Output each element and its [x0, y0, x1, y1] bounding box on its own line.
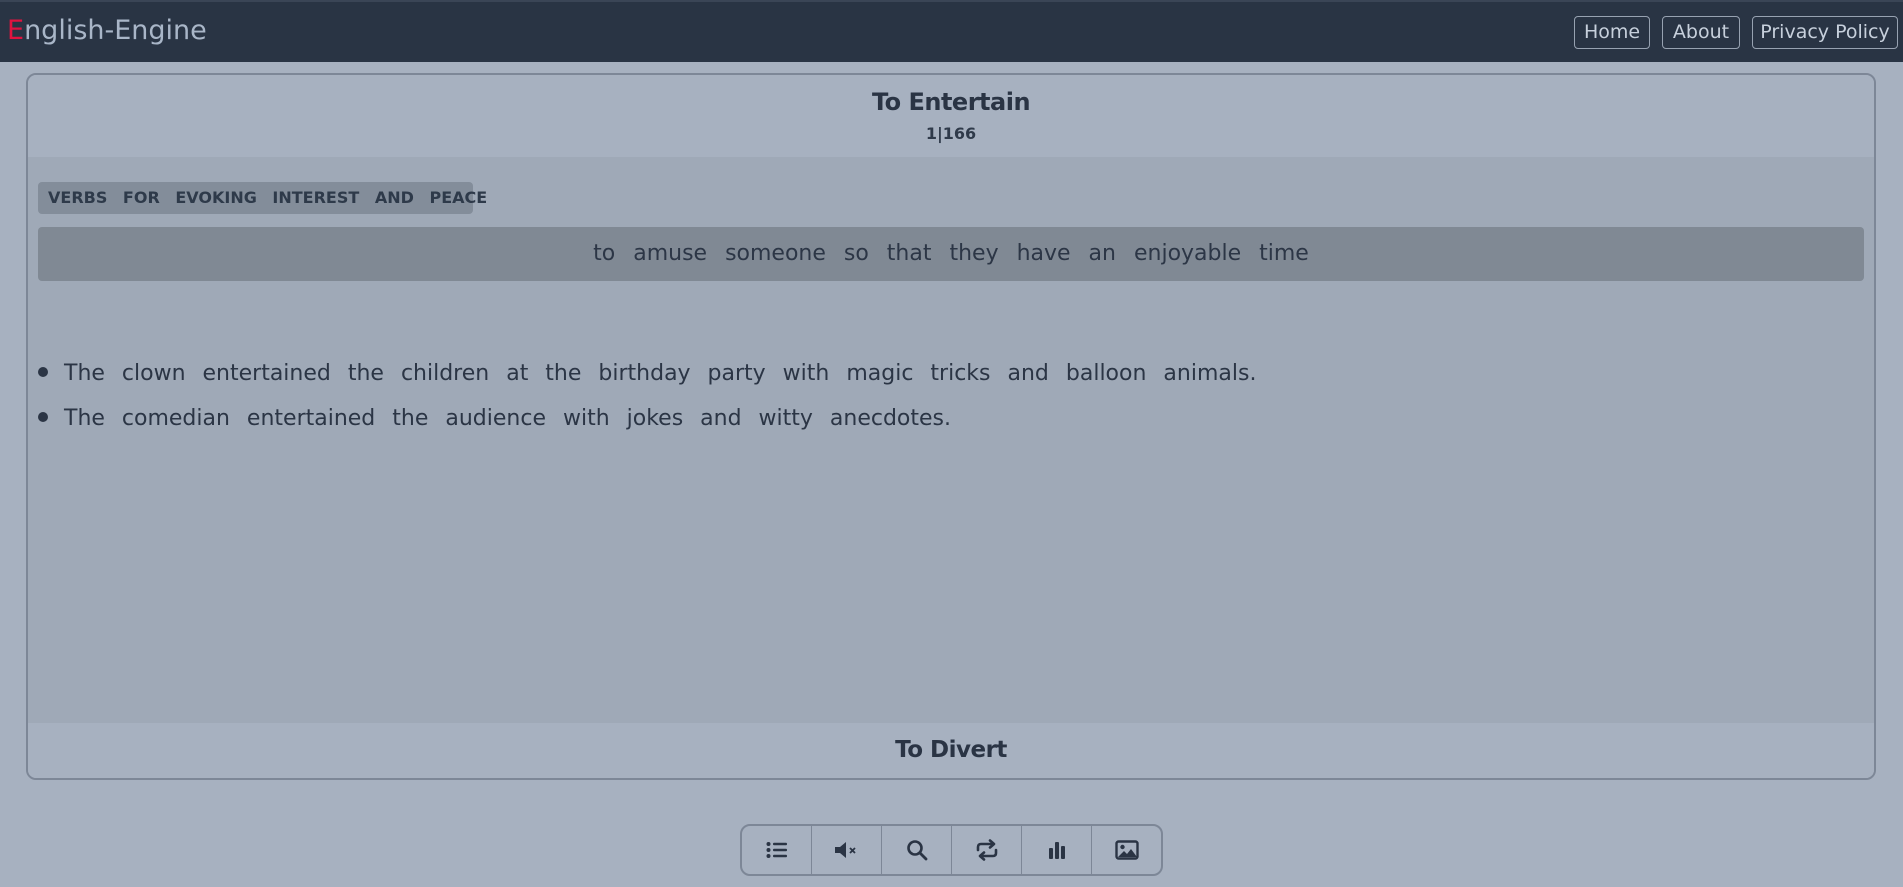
- brand-rest: nglish-Engine: [24, 15, 207, 46]
- card-footer: To Divert: [28, 723, 1874, 778]
- next-word-link[interactable]: To Divert: [28, 737, 1874, 763]
- search-button[interactable]: [882, 826, 952, 874]
- search-icon: [906, 840, 927, 861]
- example-text: The clown entertained the children at th…: [64, 361, 1257, 386]
- list-icon: [766, 842, 787, 858]
- example-text: The comedian entertained the audience wi…: [64, 406, 952, 431]
- image-button[interactable]: [1092, 826, 1161, 874]
- top-navbar: English-Engine Home About Privacy Policy: [0, 0, 1903, 62]
- repeat-button[interactable]: [952, 826, 1022, 874]
- nav-links: Home About Privacy Policy: [1574, 16, 1898, 49]
- bottom-toolbar: [740, 824, 1163, 876]
- brand-logo[interactable]: English-Engine: [7, 15, 207, 46]
- word-counter: 1|166: [925, 124, 977, 143]
- stats-icon: [1048, 842, 1065, 859]
- image-icon: [1114, 840, 1139, 860]
- repeat-icon: [976, 839, 997, 861]
- nav-home-link[interactable]: Home: [1574, 16, 1650, 49]
- mute-icon: [834, 842, 856, 858]
- example-item: The comedian entertained the audience wi…: [38, 406, 951, 431]
- word-title: To Entertain: [871, 88, 1031, 116]
- definition-text: to amuse someone so that they have an en…: [38, 227, 1864, 281]
- nav-privacy-link[interactable]: Privacy Policy: [1752, 16, 1898, 49]
- mute-button[interactable]: [812, 826, 882, 874]
- word-card: To Entertain 1|166 VERBS FOR EVOKING INT…: [26, 73, 1876, 780]
- example-item: The clown entertained the children at th…: [38, 361, 1256, 386]
- brand-first-letter: E: [7, 15, 25, 46]
- card-body: VERBS FOR EVOKING INTEREST AND PEACE to …: [28, 157, 1874, 723]
- bullet-icon: [38, 367, 48, 377]
- card-header: To Entertain 1|166: [28, 75, 1874, 157]
- category-badge: VERBS FOR EVOKING INTEREST AND PEACE: [38, 182, 487, 214]
- list-button[interactable]: [742, 826, 812, 874]
- bullet-icon: [38, 412, 48, 422]
- stats-button[interactable]: [1022, 826, 1092, 874]
- nav-about-link[interactable]: About: [1662, 16, 1740, 49]
